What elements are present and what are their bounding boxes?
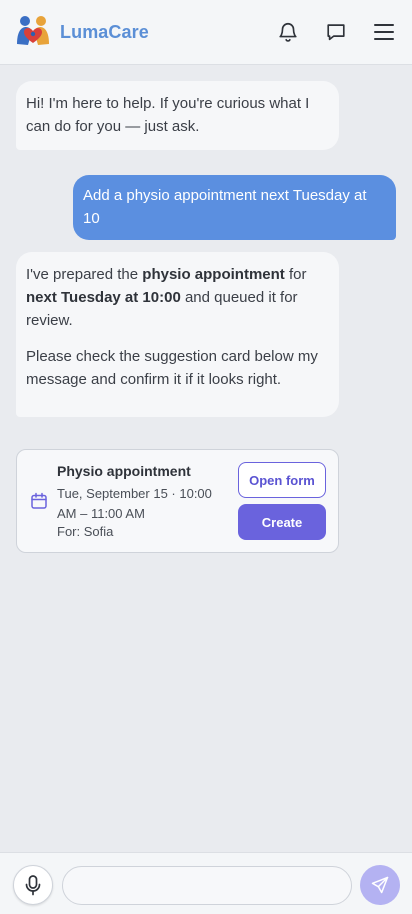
messages-button[interactable] (322, 18, 350, 46)
voice-input-button[interactable] (13, 865, 53, 905)
microphone-icon (25, 875, 41, 896)
assistant-message: Hi! I'm here to help. If you're curious … (16, 81, 339, 150)
brand-name: LumaCare (60, 21, 149, 42)
menu-button[interactable] (370, 18, 398, 46)
message-composer (0, 852, 412, 914)
message-paragraph: I've prepared the physio appointment for… (26, 266, 307, 329)
suggestion-datetime: Tue, September 15 · 10:00 AM – 11:00 AM (57, 486, 212, 521)
emphasis-text: physio appointment (142, 266, 285, 283)
app-header: LumaCare (0, 0, 412, 65)
suggestion-card: Physio appointment Tue, September 15 · 1… (16, 449, 339, 553)
open-form-button[interactable]: Open form (238, 462, 326, 498)
message-paragraph: Hi! I'm here to help. If you're curious … (26, 95, 310, 135)
message-paragraph: Please check the suggestion card below m… (26, 348, 318, 388)
create-button[interactable]: Create (238, 504, 326, 540)
emphasis-text: next Tuesday at 10:00 (26, 289, 181, 306)
family-logo-icon (17, 16, 49, 45)
user-message: Add a physio appointment next Tuesday at… (73, 175, 396, 240)
chat-icon (327, 24, 345, 41)
bell-icon (279, 23, 297, 42)
message-text: Add a physio appointment next Tuesday at… (83, 187, 367, 227)
menu-icon (374, 24, 394, 40)
calendar-icon (31, 492, 47, 509)
suggestion-title: Physio appointment (57, 463, 191, 479)
chat-thread: Hi! I'm here to help. If you're curious … (0, 65, 412, 852)
suggestion-attendee: For: Sofia (57, 524, 114, 539)
send-icon (371, 876, 389, 894)
message-input[interactable] (62, 866, 352, 905)
send-button[interactable] (360, 865, 400, 905)
notifications-button[interactable] (274, 18, 302, 46)
assistant-message: I've prepared the physio appointment for… (16, 252, 339, 417)
